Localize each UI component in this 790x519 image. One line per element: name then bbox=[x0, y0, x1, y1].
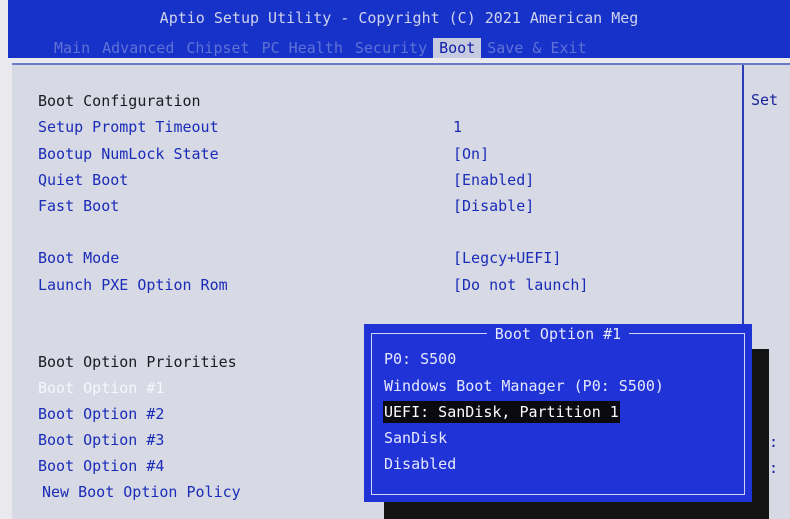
setting-boot-mode[interactable]: Boot Mode bbox=[38, 249, 119, 267]
setting-setup-prompt-timeout[interactable]: Setup Prompt Timeout bbox=[38, 118, 219, 136]
tab-save-exit[interactable]: Save & Exit bbox=[481, 38, 592, 58]
boot-option-4[interactable]: Boot Option #4 bbox=[38, 457, 164, 475]
popup-title: Boot Option #1 bbox=[486, 325, 630, 343]
value-bootup-numlock-state[interactable]: [On] bbox=[453, 145, 489, 163]
popup-title-wrap: Boot Option #1 bbox=[364, 324, 752, 344]
app-title: Aptio Setup Utility - Copyright (C) 2021… bbox=[159, 9, 639, 27]
help-text: Set bbox=[751, 91, 779, 109]
value-fast-boot[interactable]: [Disable] bbox=[453, 197, 534, 215]
boot-option-2[interactable]: Boot Option #2 bbox=[38, 405, 164, 423]
tab-main[interactable]: Main bbox=[48, 38, 96, 58]
boot-option-popup: Boot Option #1 P0: S500 Windows Boot Man… bbox=[364, 324, 752, 502]
tab-advanced[interactable]: Advanced bbox=[96, 38, 180, 58]
tab-boot[interactable]: Boot bbox=[433, 38, 482, 58]
setting-launch-pxe-option-rom[interactable]: Launch PXE Option Rom bbox=[38, 276, 228, 294]
tab-chipset[interactable]: Chipset bbox=[180, 38, 255, 58]
section-heading-boot-configuration: Boot Configuration bbox=[38, 92, 201, 110]
boot-option-3[interactable]: Boot Option #3 bbox=[38, 431, 164, 449]
popup-option-disabled[interactable]: Disabled bbox=[383, 453, 457, 475]
popup-option-p0-s500[interactable]: P0: S500 bbox=[383, 348, 457, 370]
section-heading-boot-option-priorities: Boot Option Priorities bbox=[38, 353, 237, 371]
value-setup-prompt-timeout[interactable]: 1 bbox=[453, 118, 462, 136]
value-boot-mode[interactable]: [Legcy+UEFI] bbox=[453, 249, 561, 267]
tab-security[interactable]: Security bbox=[349, 38, 433, 58]
popup-option-uefi-sandisk[interactable]: UEFI: SanDisk, Partition 1 bbox=[383, 401, 620, 423]
boot-option-1[interactable]: Boot Option #1 bbox=[38, 379, 164, 397]
help-colon: : bbox=[769, 459, 779, 477]
value-quiet-boot[interactable]: [Enabled] bbox=[453, 171, 534, 189]
tab-pc-health[interactable]: PC Health bbox=[256, 38, 349, 58]
new-boot-option-policy[interactable]: New Boot Option Policy bbox=[42, 483, 241, 501]
value-launch-pxe-option-rom[interactable]: [Do not launch] bbox=[453, 276, 588, 294]
menu-bar: Main Advanced Chipset PC Health Security… bbox=[48, 38, 593, 58]
setting-quiet-boot[interactable]: Quiet Boot bbox=[38, 171, 128, 189]
setting-fast-boot[interactable]: Fast Boot bbox=[38, 197, 119, 215]
popup-option-sandisk[interactable]: SanDisk bbox=[383, 427, 448, 449]
popup-option-windows-boot-manager[interactable]: Windows Boot Manager (P0: S500) bbox=[383, 375, 665, 397]
setting-bootup-numlock-state[interactable]: Bootup NumLock State bbox=[38, 145, 219, 163]
title-bar: Aptio Setup Utility - Copyright (C) 2021… bbox=[8, 0, 790, 58]
help-colon: : bbox=[769, 433, 779, 451]
